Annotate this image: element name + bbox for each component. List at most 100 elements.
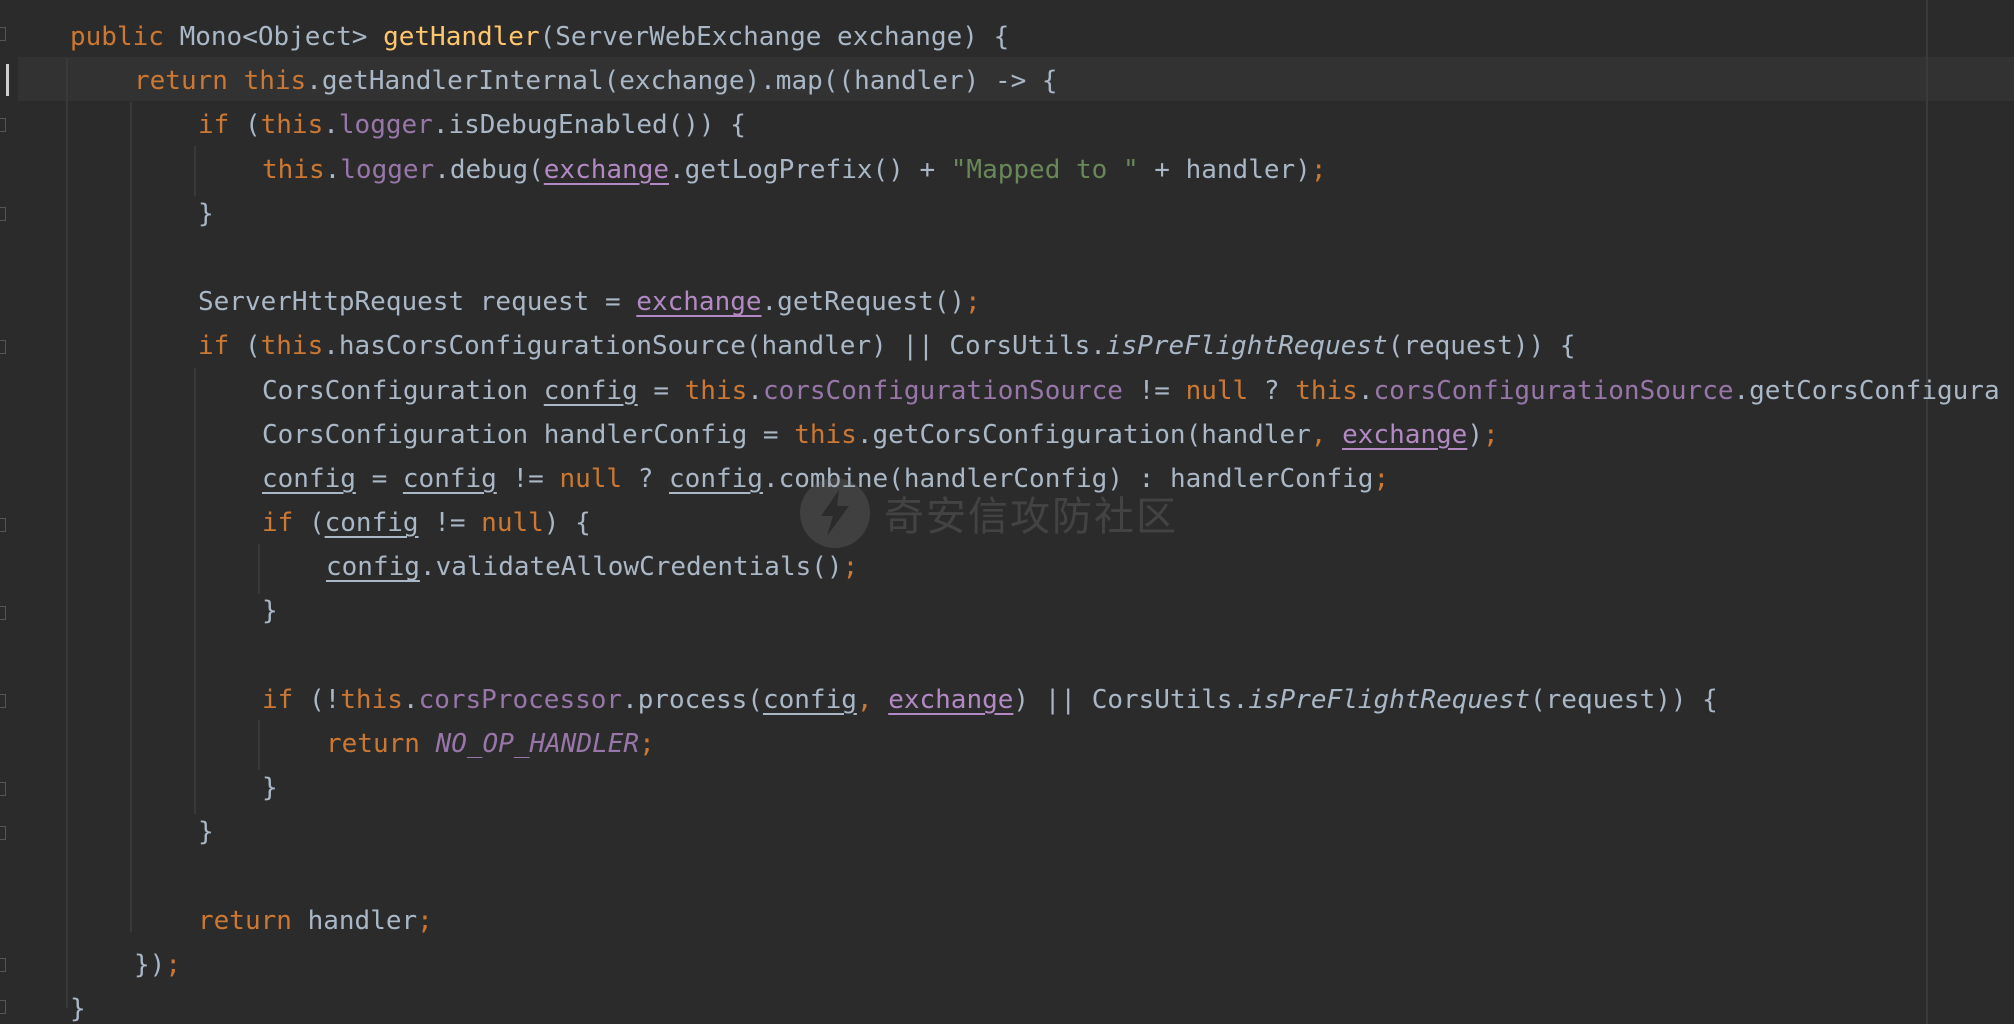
code-line: } (0, 192, 2014, 236)
code-line: if (!this.corsProcessor.process(config, … (0, 678, 2014, 722)
code-token: config (669, 463, 763, 494)
code-token: ( (229, 331, 261, 362)
code-line: this.logger.debug(exchange.getLogPrefix(… (0, 148, 2014, 192)
code-line: }); (0, 943, 2014, 987)
code-token: . (323, 110, 339, 141)
code-token: corsProcessor (418, 684, 623, 715)
code-token: . (1357, 375, 1374, 406)
code-token: this (260, 110, 324, 141)
code-line: config = config != null ? config.combine… (0, 457, 2014, 501)
code-token: return (198, 905, 292, 936)
code-token: if (198, 110, 230, 141)
code-token: (ServerWebExchange exchange) { (539, 22, 1010, 52)
code-token: null (559, 463, 623, 494)
code-token: exchange (636, 287, 762, 318)
code-line: if (this.hasCorsConfigurationSource(hand… (0, 324, 2014, 368)
code-line: CorsConfiguration handlerConfig = this.g… (0, 413, 2014, 457)
code-token: this (260, 331, 324, 362)
code-token: } (262, 773, 278, 804)
code-token: corsConfigurationSource (1373, 375, 1734, 406)
code-token: .hasCorsConfigurationSource(handler) || … (323, 331, 1106, 362)
code-token: != (418, 508, 482, 539)
code-token: . (747, 375, 763, 406)
code-token: .getHandlerInternal(exchange).map((handl… (306, 66, 1058, 97)
code-line: } (0, 987, 2014, 1024)
code-token: .debug( (434, 154, 544, 185)
code-line: return this.getHandlerInternal(exchange)… (0, 59, 2014, 103)
code-token: config (402, 463, 497, 494)
code-line: if (this.logger.isDebugEnabled()) { (0, 103, 2014, 147)
code-token: if (262, 684, 294, 715)
code-token: exchange (1342, 419, 1468, 450)
code-token: .validateAllowCredentials() (419, 552, 843, 583)
code-token: CorsConfiguration (262, 375, 544, 406)
code-token: .getLogPrefix() + (669, 154, 951, 185)
code-token: null (1185, 375, 1249, 406)
code-token: public (70, 22, 164, 52)
code-token: ; (417, 905, 433, 936)
code-token: (request)) { (1530, 684, 1718, 715)
code-token: this (1295, 375, 1358, 406)
code-token: ; (1483, 419, 1499, 450)
code-token: ( (293, 508, 325, 539)
code-token: if (262, 508, 294, 539)
code-token: (request)) { (1387, 331, 1576, 362)
code-token: config (262, 463, 356, 494)
code-token: ) { (543, 508, 591, 539)
code-line: return handler; (0, 899, 2014, 943)
code-editor[interactable]: public Mono<Object> getHandler(ServerWeb… (0, 0, 2014, 1024)
code-token: } (198, 817, 214, 848)
code-line: if (config != null) { (0, 501, 2014, 545)
code-token: ; (1373, 463, 1390, 494)
code-token: ; (965, 287, 981, 318)
code-token: ? (622, 463, 670, 494)
code-token: corsConfigurationSource (762, 375, 1123, 406)
code-token: this (243, 66, 307, 97)
code-token: , (1310, 419, 1327, 450)
code-token: config (762, 684, 857, 715)
code-token: .getCorsConfiguration(handler (856, 419, 1311, 450)
code-line: } (0, 766, 2014, 810)
code-token: != (496, 463, 560, 494)
code-token: ; (165, 949, 181, 980)
code-line: } (0, 589, 2014, 633)
code-token: . (402, 684, 419, 715)
code-line: return NO_OP_HANDLER; (0, 722, 2014, 766)
code-token: return (326, 729, 420, 759)
code-token: . (324, 154, 341, 185)
code-token: Mono<Object> (163, 22, 384, 52)
code-token: NO_OP_HANDLER (435, 729, 640, 759)
code-line: public Mono<Object> getHandler(ServerWeb… (0, 15, 2014, 59)
code-token: "Mapped to " (950, 154, 1139, 185)
code-token: ; (1310, 154, 1327, 185)
code-token: if (198, 331, 230, 362)
code-token: ) (1467, 419, 1483, 450)
code-token: (! (293, 684, 341, 715)
code-token: } (70, 994, 86, 1024)
code-token: this (684, 375, 748, 406)
code-token: + handler) (1138, 154, 1311, 185)
code-token: ( (229, 110, 261, 141)
code-token: } (262, 596, 278, 627)
code-line: } (0, 810, 2014, 854)
code-line: CorsConfiguration config = this.corsConf… (0, 369, 2014, 413)
code-token: logger (340, 154, 435, 185)
code-token: return (134, 66, 228, 97)
code-token: != (1122, 375, 1186, 406)
code-token: null (481, 508, 544, 539)
code-token: .getRequest() (761, 287, 966, 318)
code-token: this (262, 154, 325, 185)
code-token: .isDebugEnabled()) { (432, 110, 746, 141)
code-area[interactable]: public Mono<Object> getHandler(ServerWeb… (0, 15, 2014, 1024)
code-token: ; (842, 552, 859, 583)
code-token: isPreFlightRequest (1248, 684, 1530, 715)
code-token: ? (1248, 375, 1296, 406)
code-token: handler (291, 905, 418, 936)
